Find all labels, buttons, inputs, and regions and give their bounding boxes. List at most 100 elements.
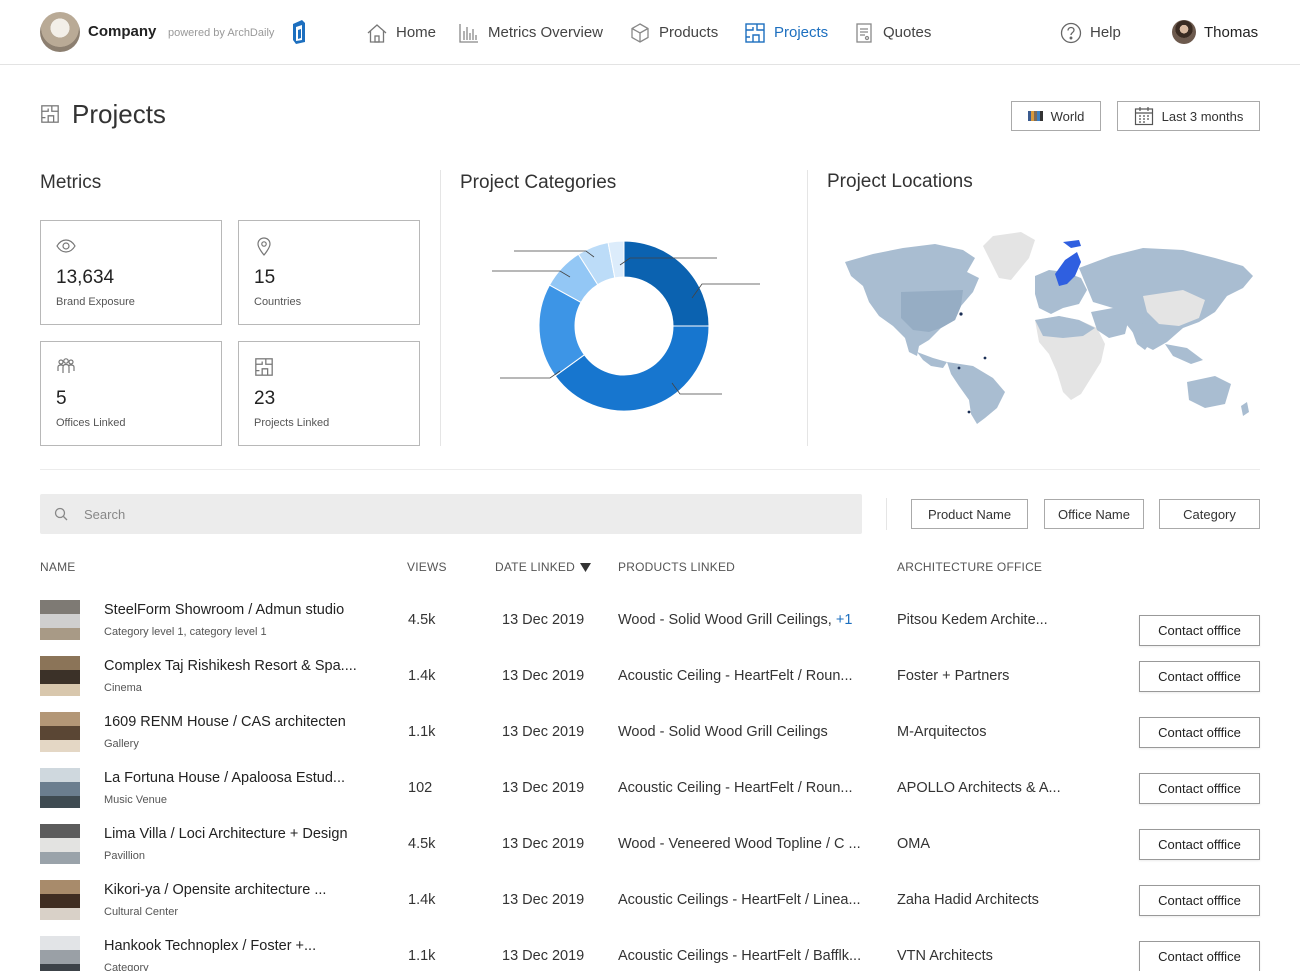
filter-category[interactable]: Category [1159, 499, 1260, 529]
column-header-views[interactable]: VIEWS [407, 560, 447, 574]
project-name[interactable]: Complex Taj Rishikesh Resort & Spa.... [104, 658, 357, 674]
user-name[interactable]: Thomas [1204, 24, 1258, 41]
project-name[interactable]: 1609 RENM House / CAS architecten [104, 714, 346, 730]
products-linked-text: Acoustic Ceiling - HeartFelt / Roun... [618, 780, 853, 796]
contact-office-button[interactable]: Contact offfice [1139, 773, 1260, 804]
metric-card-offices-linked: 5 Offices Linked [40, 341, 222, 446]
architecture-office[interactable]: Pitsou Kedem Archite... [897, 612, 1048, 628]
table-row[interactable]: SteelForm Showroom / Admun studio Categor… [0, 600, 1300, 656]
search-bar[interactable] [40, 494, 862, 534]
architecture-office[interactable]: Foster + Partners [897, 668, 1009, 684]
project-date: 13 Dec 2019 [502, 668, 585, 684]
table-row[interactable]: Kikori-ya / Opensite architecture ... Cul… [0, 880, 1300, 936]
metrics-title: Metrics [40, 172, 102, 193]
project-thumbnail[interactable] [40, 880, 80, 920]
project-date: 13 Dec 2019 [502, 780, 585, 796]
metric-card-projects-linked: 23 Projects Linked [238, 341, 420, 446]
metric-card-brand-exposure: 13,634 Brand Exposure [40, 220, 222, 325]
table-row[interactable]: Complex Taj Rishikesh Resort & Spa.... Ci… [0, 656, 1300, 712]
page-title: Projects [72, 99, 166, 129]
metric-label: Countries [254, 296, 302, 308]
date-filter-label: Last 3 months [1161, 108, 1244, 124]
top-navbar: Company powered by ArchDaily Home Metric… [0, 0, 1300, 65]
products-linked-text: Wood - Solid Wood Grill Ceilings, [618, 612, 836, 628]
locations-title: Project Locations [827, 171, 973, 192]
project-views: 1.4k [408, 892, 436, 908]
project-name[interactable]: Hankook Technoplex / Foster +... [104, 938, 316, 954]
project-views: 4.5k [408, 836, 436, 852]
products-linked-text: Wood - Veneered Wood Topline / C ... [618, 836, 861, 852]
project-thumbnail[interactable] [40, 768, 80, 808]
contact-office-button[interactable]: Contact offfice [1139, 829, 1260, 860]
nav-quotes[interactable]: Quotes [853, 0, 931, 65]
floorplan-icon [41, 105, 59, 123]
search-input[interactable] [84, 506, 784, 522]
project-date: 13 Dec 2019 [502, 836, 585, 852]
metric-label: Offices Linked [56, 417, 126, 429]
products-linked: Acoustic Ceilings - HeartFelt / Linea... [618, 892, 861, 908]
donut-slice[interactable] [554, 325, 710, 412]
nav-home[interactable]: Home [366, 0, 436, 65]
contact-office-button[interactable]: Contact offfice [1139, 615, 1260, 646]
project-category: Cultural Center [104, 906, 178, 918]
nav-projects[interactable]: Projects [744, 0, 828, 65]
floorplan-icon [745, 22, 765, 43]
project-thumbnail[interactable] [40, 712, 80, 752]
date-filter-button[interactable]: Last 3 months [1117, 101, 1260, 131]
region-filter-button[interactable]: World [1011, 101, 1101, 131]
nav-quotes-label: Quotes [883, 24, 932, 41]
central-america [917, 352, 947, 368]
products-linked: Acoustic Ceilings - HeartFelt / Bafflk..… [618, 948, 861, 964]
project-thumbnail[interactable] [40, 824, 80, 864]
architecture-office[interactable]: APOLLO Architects & A... [897, 780, 1061, 796]
project-name[interactable]: Kikori-ya / Opensite architecture ... [104, 882, 326, 898]
project-category: Category [104, 962, 149, 971]
filter-product-name[interactable]: Product Name [911, 499, 1028, 529]
more-products-link[interactable]: +1 [836, 612, 853, 628]
bar-chart-icon [459, 23, 478, 43]
metric-card-countries: 15 Countries [238, 220, 420, 325]
architecture-office[interactable]: VTN Architects [897, 948, 993, 964]
column-header-office[interactable]: ARCHITECTURE OFFICE [897, 560, 1042, 574]
table-row[interactable]: Hankook Technoplex / Foster +... Category… [0, 936, 1300, 971]
help-link[interactable]: Help [1060, 0, 1121, 65]
architecture-office[interactable]: Zaha Hadid Architects [897, 892, 1039, 908]
project-thumbnail[interactable] [40, 600, 80, 640]
section-divider [807, 170, 808, 446]
contact-office-button[interactable]: Contact offfice [1139, 941, 1260, 971]
project-views: 1.1k [408, 724, 436, 740]
contact-office-button[interactable]: Contact offfice [1139, 661, 1260, 692]
south-america [947, 362, 1005, 424]
project-name[interactable]: La Fortuna House / Apaloosa Estud... [104, 770, 345, 786]
column-header-date[interactable]: DATE LINKED [495, 560, 591, 574]
sort-desc-icon[interactable] [580, 562, 591, 572]
company-avatar[interactable] [40, 12, 80, 52]
donut-slice[interactable] [623, 240, 710, 327]
section-separator [40, 469, 1260, 470]
contact-office-button[interactable]: Contact offfice [1139, 717, 1260, 748]
table-row[interactable]: Lima Villa / Loci Architecture + Design P… [0, 824, 1300, 880]
architecture-office[interactable]: M-Arquitectos [897, 724, 986, 740]
nav-products[interactable]: Products [629, 0, 718, 65]
column-header-products[interactable]: PRODUCTS LINKED [618, 560, 735, 574]
project-category: Music Venue [104, 794, 167, 806]
project-thumbnail[interactable] [40, 936, 80, 971]
filter-office-name[interactable]: Office Name [1044, 499, 1144, 529]
world-map[interactable] [843, 232, 1255, 424]
project-category: Gallery [104, 738, 139, 750]
project-thumbnail[interactable] [40, 656, 80, 696]
search-icon [54, 507, 68, 521]
nav-metrics-overview[interactable]: Metrics Overview [458, 0, 603, 65]
column-header-name[interactable]: NAME [40, 560, 75, 574]
architecture-office[interactable]: OMA [897, 836, 930, 852]
table-row[interactable]: 1609 RENM House / CAS architecten Gallery… [0, 712, 1300, 768]
project-name[interactable]: Lima Villa / Loci Architecture + Design [104, 826, 348, 842]
project-name[interactable]: SteelForm Showroom / Admun studio [104, 602, 344, 618]
project-views: 1.4k [408, 668, 436, 684]
nav-metrics-label: Metrics Overview [488, 24, 604, 41]
contact-office-button[interactable]: Contact offfice [1139, 885, 1260, 916]
user-avatar[interactable] [1172, 20, 1196, 44]
table-row[interactable]: La Fortuna House / Apaloosa Estud... Musi… [0, 768, 1300, 824]
company-name[interactable]: Company [88, 23, 156, 40]
box-icon [631, 22, 649, 43]
